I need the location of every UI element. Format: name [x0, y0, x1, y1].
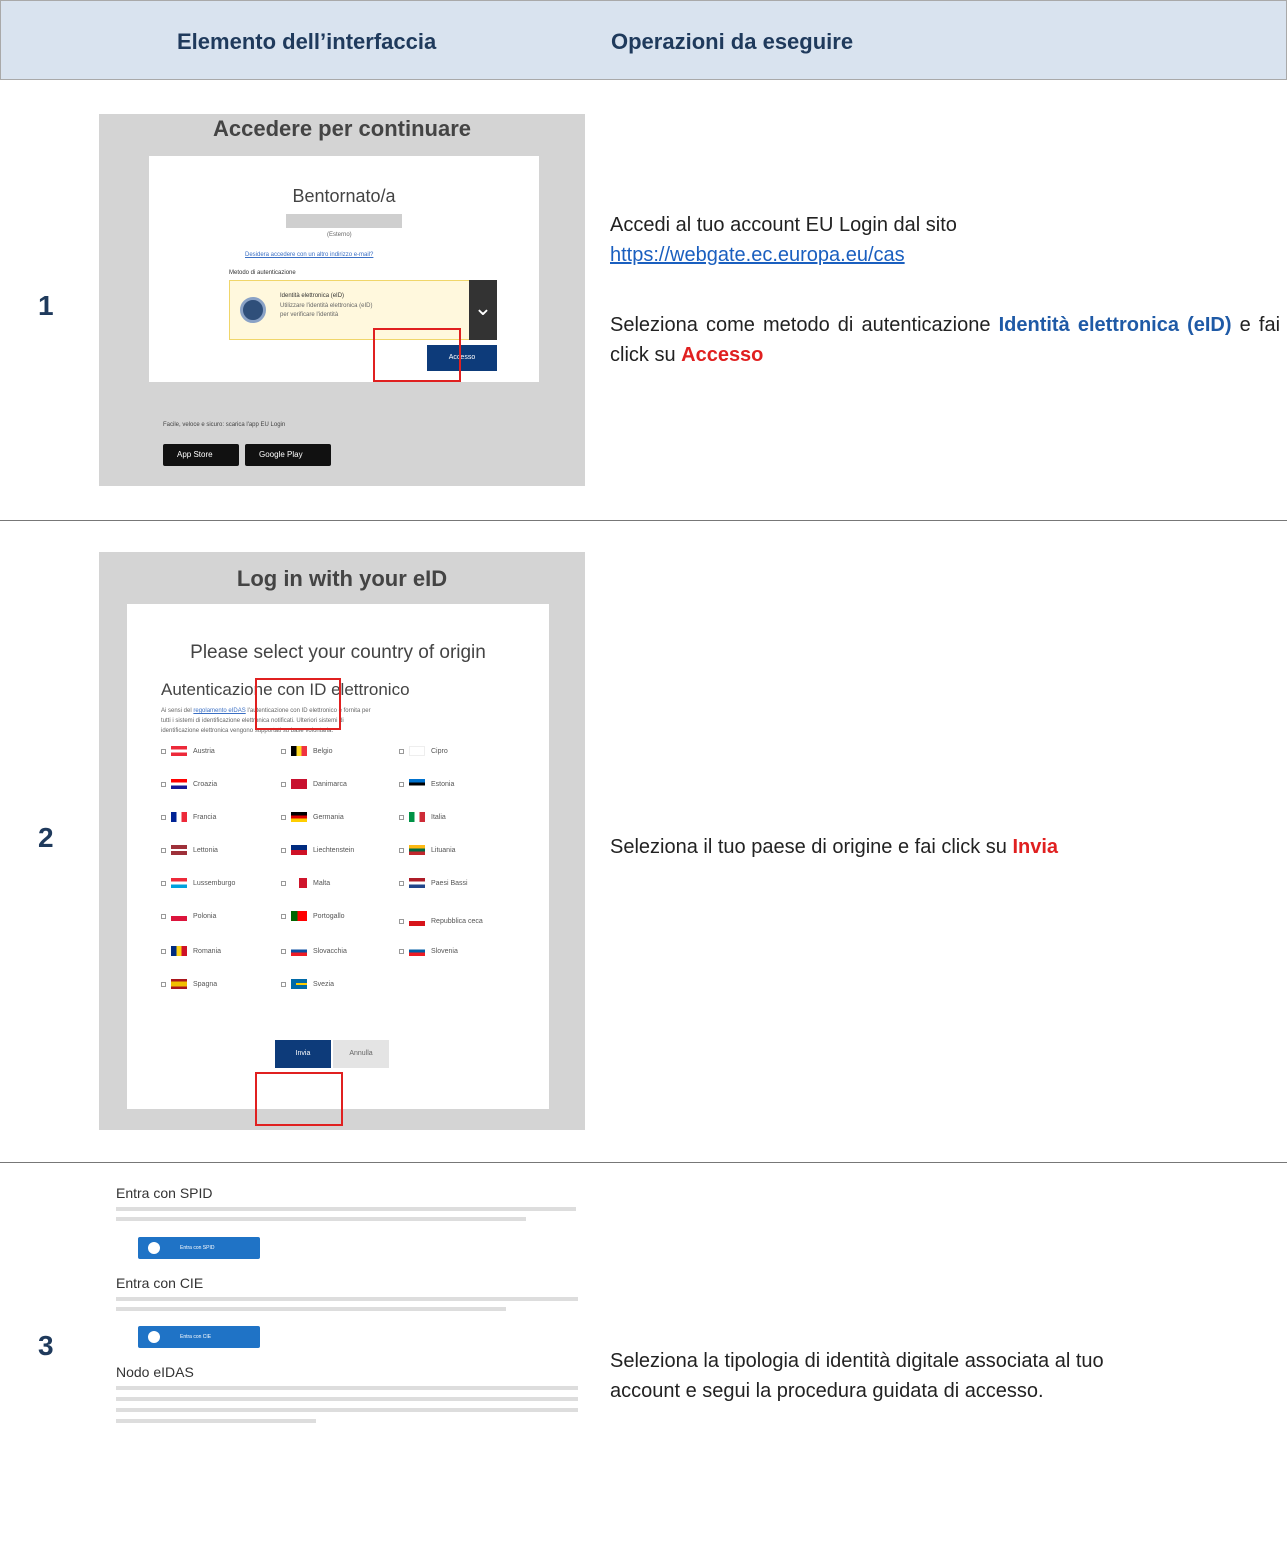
user-icon: [148, 1242, 160, 1254]
country-option[interactable]: Estonia: [399, 779, 454, 789]
country-option[interactable]: Danimarca: [281, 779, 347, 789]
instruction-line: Seleziona la tipologia di identità digit…: [610, 1350, 1104, 1372]
country-option[interactable]: Slovacchia: [281, 946, 347, 956]
instruction-1: Accedi al tuo account EU Login dal sito …: [610, 210, 957, 270]
text-line: [116, 1307, 506, 1311]
welcome-text: Bentornato/a: [292, 186, 396, 206]
chevron-down-icon[interactable]: ⌄: [469, 280, 497, 340]
globe-icon: [240, 297, 266, 323]
instruction-2: Seleziona il tuo paese di origine e fai …: [610, 832, 1058, 862]
column-header-operations: Operazioni da eseguire: [611, 29, 854, 54]
method-desc-2: per verificare l'identità: [280, 312, 339, 318]
method-name: Identità elettronica (eID): [280, 293, 345, 299]
country-option[interactable]: Germania: [281, 812, 344, 822]
text-line: [116, 1297, 578, 1301]
country-option[interactable]: Malta: [281, 878, 330, 888]
screen-title: Accedere per continuare: [213, 116, 471, 141]
eidas-title: Nodo eIDAS: [116, 1364, 194, 1380]
row-number: 2: [38, 822, 54, 853]
country-option[interactable]: Lituania: [399, 845, 456, 855]
eidas-link[interactable]: regolamento eIDAS: [193, 708, 245, 714]
cie-title: Entra con CIE: [116, 1275, 204, 1291]
country-option[interactable]: Italia: [399, 812, 446, 822]
country-option[interactable]: Polonia: [161, 911, 216, 921]
eu-login-link[interactable]: https://webgate.ec.europa.eu/cas: [610, 240, 957, 270]
text-line: [116, 1397, 578, 1401]
country-option[interactable]: Croazia: [161, 779, 217, 789]
country-option[interactable]: Paesi Bassi: [399, 878, 468, 888]
column-header-element: Elemento dell’interfaccia: [177, 29, 437, 54]
id-card-icon: [148, 1331, 160, 1343]
screenshot-eu-login: Accedere per continuare Bentornato/a (Es…: [99, 114, 585, 486]
country-option[interactable]: Lettonia: [161, 845, 218, 855]
country-option[interactable]: Cipro: [399, 746, 448, 756]
country-option[interactable]: Francia: [161, 812, 216, 822]
text-line: [116, 1217, 526, 1221]
invia-highlight: Invia: [1012, 836, 1059, 858]
app-store-badge[interactable]: App Store: [163, 444, 239, 466]
login-card: Bentornato/a (Esterno) Desidera accedere…: [149, 156, 539, 382]
method-desc-1: Utilizzare l'identità elettronica (eID): [280, 303, 373, 309]
country-option[interactable]: Slovenia: [399, 946, 458, 956]
country-option[interactable]: Belgio: [281, 746, 332, 756]
esterno-label: (Esterno): [327, 232, 352, 238]
row-number: 1: [38, 290, 54, 321]
country-subtitle: Please select your country of origin: [190, 642, 486, 663]
other-email-link[interactable]: Desidera accedere con un altro indirizzo…: [245, 252, 373, 258]
highlight-box: [373, 328, 461, 382]
instruction-text: Seleziona il tuo paese di origine e fai …: [610, 836, 1013, 858]
instruction-line: Accedi al tuo account EU Login dal sito: [610, 214, 957, 236]
cie-button[interactable]: Entra con CIE: [138, 1326, 260, 1348]
country-option[interactable]: Austria: [161, 746, 215, 756]
screen-title: Log in with your eID: [236, 566, 448, 591]
row-divider: [0, 520, 1287, 521]
country-option[interactable]: Spagna: [161, 979, 217, 989]
country-option[interactable]: Portogallo: [281, 911, 345, 921]
text-line: [116, 1408, 578, 1412]
highlight-box-hidden: [255, 678, 341, 730]
spid-title: Entra con SPID: [116, 1185, 213, 1201]
cancel-button[interactable]: Annulla: [333, 1040, 389, 1068]
instruction-line: account e segui la procedura guidata di …: [610, 1380, 1044, 1402]
submit-button[interactable]: Invia: [275, 1040, 331, 1068]
google-play-badge[interactable]: Google Play: [245, 444, 331, 466]
method-label: Metodo di autenticazione: [229, 270, 296, 276]
accesso-highlight: Accesso: [681, 344, 764, 366]
text-line: [116, 1386, 578, 1390]
row-number: 3: [38, 1330, 54, 1361]
country-option[interactable]: Repubblica ceca: [399, 916, 483, 926]
row-divider: [0, 1162, 1287, 1163]
country-option[interactable]: Lussemburgo: [161, 878, 235, 888]
app-download-text: Facile, veloce e sicuro: scarica l'app E…: [163, 422, 286, 428]
instruction-3: Seleziona la tipologia di identità digit…: [610, 1346, 1104, 1406]
country-option[interactable]: Svezia: [281, 979, 334, 989]
screenshot-access-options: Entra con SPID Entra con SPID Entra con …: [110, 1175, 585, 1470]
redacted-email: [286, 214, 402, 228]
country-option[interactable]: Liechtenstein: [281, 845, 354, 855]
instruction-1b: Seleziona come metodo di autenticazione …: [610, 310, 1280, 370]
eid-highlight: Identità elettronica (eID): [998, 314, 1232, 336]
country-option[interactable]: Romania: [161, 946, 221, 956]
text-line: [116, 1207, 576, 1211]
screenshot-eid-country: Log in with your eID Please select your …: [99, 552, 585, 1130]
instruction-text: Seleziona come metodo di autenticazione: [610, 314, 999, 336]
highlight-box: [255, 1072, 343, 1126]
text-line: [116, 1419, 316, 1423]
spid-button[interactable]: Entra con SPID: [138, 1237, 260, 1259]
table-header: Elemento dell’interfaccia Operazioni da …: [0, 0, 1287, 80]
